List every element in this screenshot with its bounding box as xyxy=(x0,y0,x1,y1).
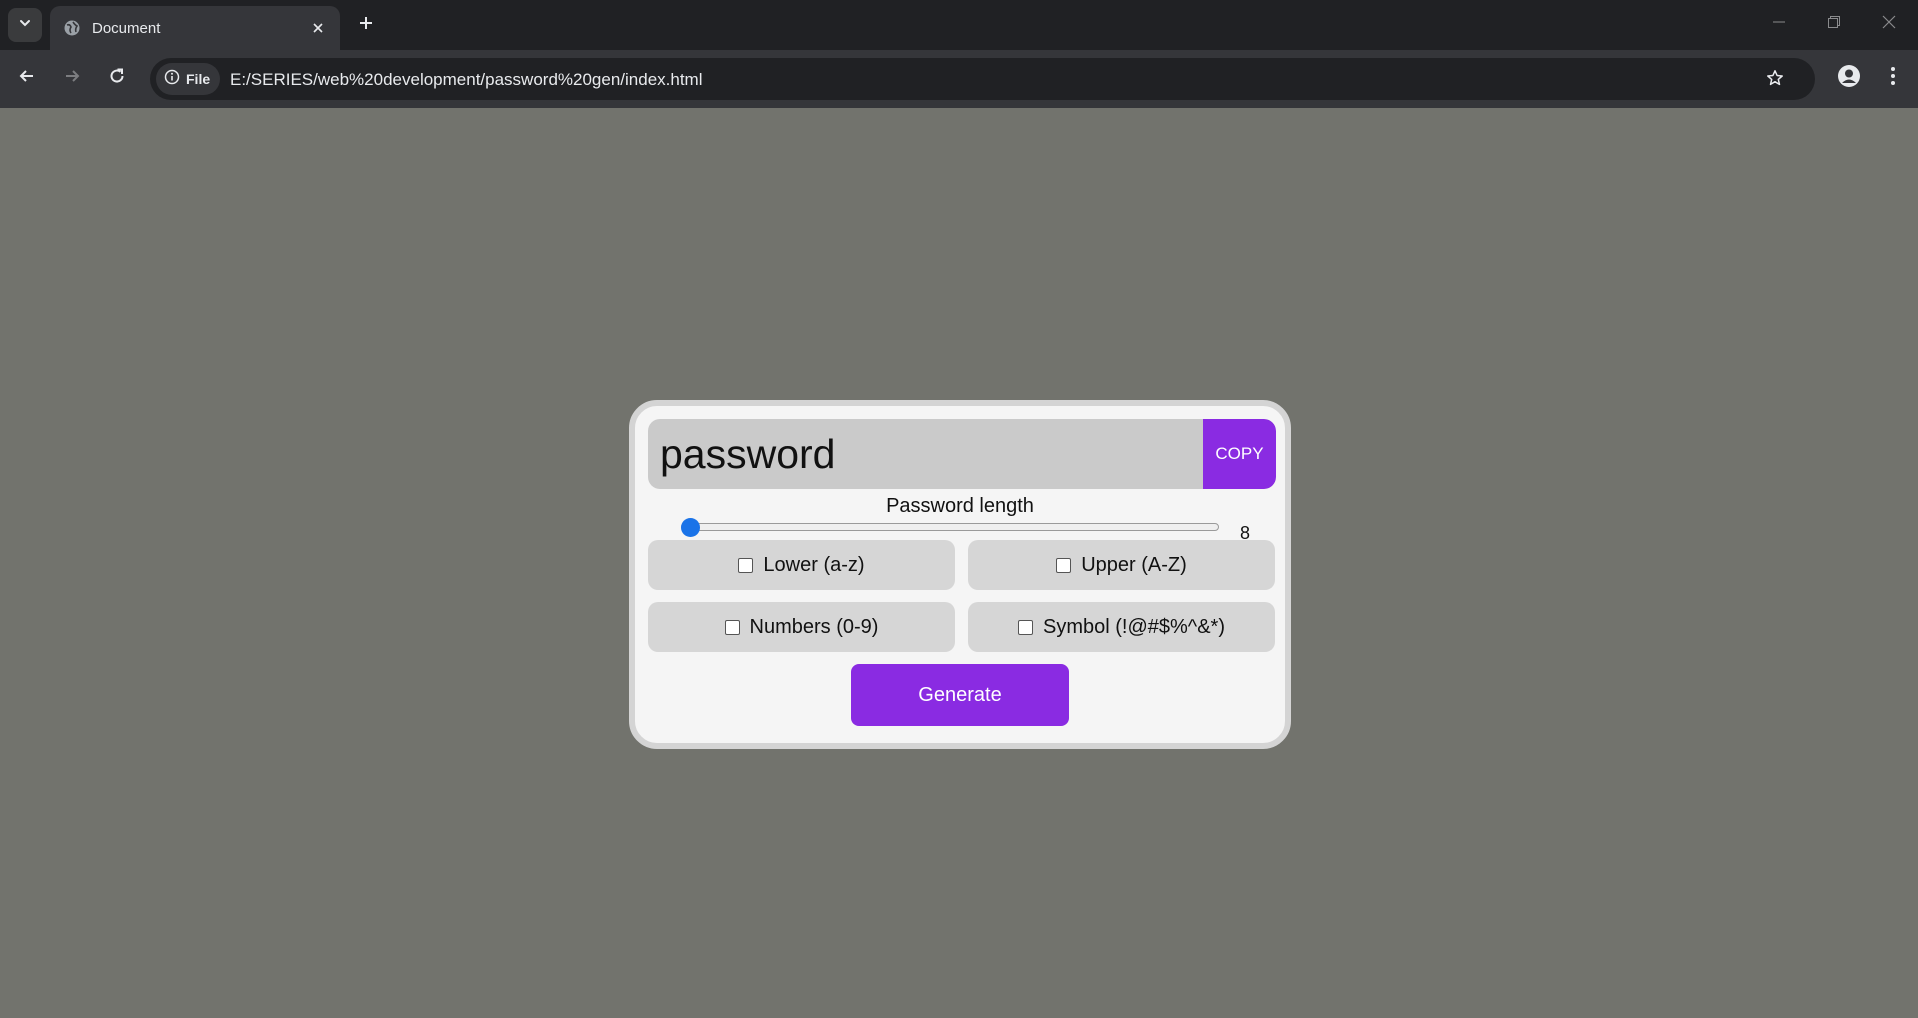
option-upper[interactable]: Upper (A-Z) xyxy=(968,540,1275,590)
password-display: password COPY xyxy=(648,419,1276,489)
kebab-menu-icon xyxy=(1890,66,1896,91)
chevron-down-icon xyxy=(18,16,32,35)
new-tab-button[interactable] xyxy=(351,10,381,40)
browser-toolbar: File E:/SERIES/web%20development/passwor… xyxy=(0,50,1918,108)
forward-arrow-icon xyxy=(63,67,81,90)
tab-close-button[interactable] xyxy=(306,16,330,40)
info-icon xyxy=(164,69,180,90)
tab-title: Document xyxy=(92,19,161,37)
window-close-icon xyxy=(1882,15,1896,34)
password-length-label: Password length xyxy=(886,495,1034,517)
minimize-icon xyxy=(1772,15,1786,34)
lower-checkbox[interactable] xyxy=(738,557,754,573)
upper-label: Upper (A-Z) xyxy=(1081,553,1187,576)
minimize-button[interactable] xyxy=(1756,6,1802,42)
slider-thumb[interactable] xyxy=(681,518,700,537)
plus-icon xyxy=(358,15,374,36)
browser-tab[interactable]: Document xyxy=(50,6,340,50)
numbers-label: Numbers (0-9) xyxy=(749,615,879,638)
reload-icon xyxy=(108,67,126,90)
site-chip-label: File xyxy=(186,71,211,87)
profile-icon xyxy=(1837,64,1861,93)
browser-titlebar: Document xyxy=(0,0,1918,50)
bookmark-button[interactable] xyxy=(1762,67,1788,93)
address-bar[interactable]: File E:/SERIES/web%20development/passwor… xyxy=(150,58,1815,100)
symbol-checkbox[interactable] xyxy=(1018,619,1034,635)
reload-button[interactable] xyxy=(100,61,134,95)
back-arrow-icon xyxy=(18,67,36,90)
length-slider[interactable] xyxy=(681,523,1219,531)
option-symbol[interactable]: Symbol (!@#$%^&*) xyxy=(968,602,1275,652)
site-info-chip[interactable]: File xyxy=(156,63,221,95)
password-text[interactable]: password xyxy=(660,431,835,478)
globe-icon xyxy=(62,18,82,38)
option-lower[interactable]: Lower (a-z) xyxy=(648,540,955,590)
back-button[interactable] xyxy=(10,61,44,95)
symbol-label: Symbol (!@#$%^&*) xyxy=(1043,615,1225,638)
restore-button[interactable] xyxy=(1811,6,1857,42)
option-numbers[interactable]: Numbers (0-9) xyxy=(648,602,955,652)
url-text[interactable]: E:/SERIES/web%20development/password%20g… xyxy=(230,70,703,90)
copy-button[interactable]: COPY xyxy=(1203,419,1276,489)
profile-button[interactable] xyxy=(1832,61,1866,95)
lower-label: Lower (a-z) xyxy=(763,553,865,576)
generate-button[interactable]: Generate xyxy=(851,664,1069,726)
tab-search-button[interactable] xyxy=(8,8,42,42)
upper-checkbox[interactable] xyxy=(1056,557,1072,573)
browser-menu-button[interactable] xyxy=(1876,61,1910,95)
forward-button[interactable] xyxy=(55,61,89,95)
window-close-button[interactable] xyxy=(1866,6,1912,42)
star-icon xyxy=(1766,69,1784,92)
password-generator-card: password COPY Password length 8 Lower (a… xyxy=(629,400,1291,749)
numbers-checkbox[interactable] xyxy=(724,619,740,635)
restore-icon xyxy=(1827,15,1841,34)
